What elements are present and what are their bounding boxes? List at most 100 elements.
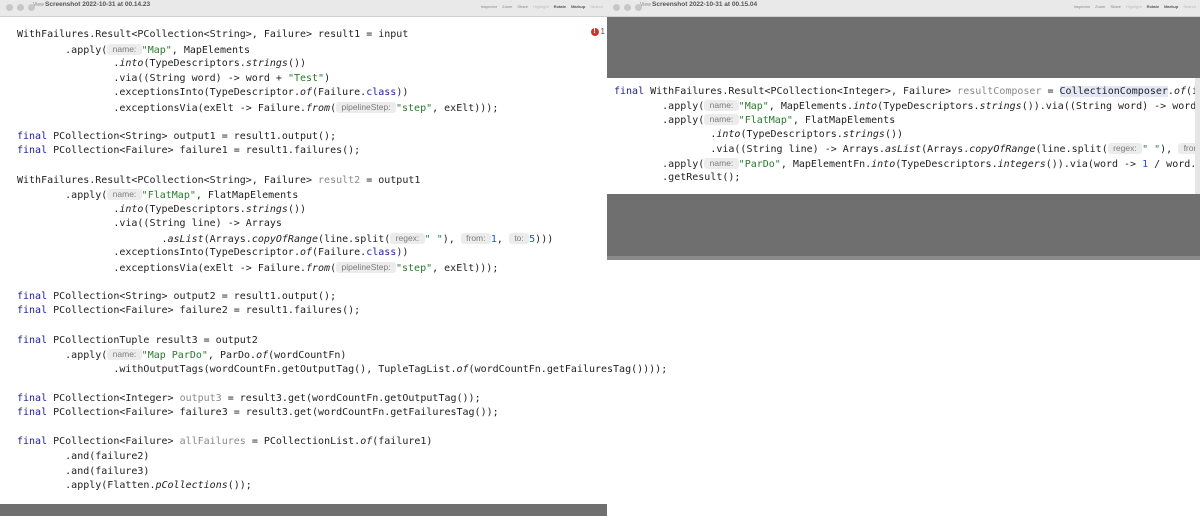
right-code-editor[interactable]: final WithFailures.Result<PCollection<In… xyxy=(614,85,1195,190)
parameter-hint: regex: xyxy=(390,232,425,244)
code-line[interactable]: .exceptionsVia(exElt -> Failure.from( pi… xyxy=(17,101,498,114)
code-line[interactable]: .apply( name: "Map ParDo", ParDo.of(word… xyxy=(17,349,346,361)
code-line[interactable]: .exceptionsInto(TypeDescriptor.of(Failur… xyxy=(17,87,408,99)
code-line[interactable]: final PCollection<Failure> failure1 = re… xyxy=(17,145,360,157)
code-token: of xyxy=(1173,86,1186,97)
code-token: (Failure. xyxy=(312,87,367,99)
unused-variable: resultComposer xyxy=(957,86,1042,97)
code-token: ))) xyxy=(535,233,554,245)
code-token: . xyxy=(614,128,717,140)
code-token: , MapElements xyxy=(171,44,251,56)
keyword: final xyxy=(17,334,54,346)
code-line[interactable]: final PCollection<String> output2 = resu… xyxy=(17,291,336,303)
code-line[interactable]: .exceptionsVia(exElt -> Failure.from( pi… xyxy=(17,261,498,274)
code-token: strings xyxy=(245,58,288,70)
toolbar-inspector[interactable]: Inspector xyxy=(481,4,497,9)
code-token: into xyxy=(119,58,144,70)
code-token: .exceptionsVia(exElt -> Failure. xyxy=(17,262,306,274)
view-menu-label[interactable]: View xyxy=(33,2,44,8)
window-title: Screenshot 2022-10-31 at 00.14.23 xyxy=(45,1,151,8)
toolbar-highlight[interactable]: Highlight xyxy=(1126,4,1142,9)
code-line[interactable]: .into(TypeDescriptors.strings()) xyxy=(17,204,306,216)
left-title-bar[interactable]: View Screenshot 2022-10-31 at 00.14.23 I… xyxy=(0,0,607,17)
code-token: (TypeDescriptors. xyxy=(143,58,246,70)
code-line[interactable]: .apply( name: "FlatMap", FlatMapElements xyxy=(614,114,895,126)
parameter-hint: name: xyxy=(107,189,142,201)
code-line[interactable]: .via((String word) -> word + "Test") xyxy=(17,73,330,85)
code-line[interactable]: .and(failure2) xyxy=(17,451,149,463)
code-token: . xyxy=(17,58,120,70)
toolbar-rotate[interactable]: Rotate xyxy=(554,4,566,9)
code-line[interactable]: .via((String line) -> Arrays xyxy=(17,218,282,230)
code-token: PCollectionTuple result3 = output2 xyxy=(53,334,258,346)
toolbar-rotate[interactable]: Rotate xyxy=(1147,4,1159,9)
code-line[interactable]: .and(failure3) xyxy=(17,466,149,478)
toolbar-markup[interactable]: Markup xyxy=(571,4,585,9)
code-line[interactable]: final PCollection<String> output1 = resu… xyxy=(17,131,336,143)
minimize-button[interactable] xyxy=(624,4,631,11)
code-token: .apply( xyxy=(614,158,705,170)
toolbar-search[interactable]: Search xyxy=(590,4,603,9)
toolbar-share[interactable]: Share xyxy=(1110,4,1121,9)
code-line[interactable]: final PCollectionTuple result3 = output2 xyxy=(17,335,258,347)
code-token: asList xyxy=(167,233,204,245)
minimize-button[interactable] xyxy=(17,4,24,11)
code-token: (line.split( xyxy=(318,233,391,245)
right-title-bar[interactable]: View Screenshot 2022-10-31 at 00.15.04 I… xyxy=(607,0,1200,17)
code-token: (wordCountFn.getFailuresTag()))); xyxy=(468,363,668,375)
code-line[interactable]: .withOutputTags(wordCountFn.getOutputTag… xyxy=(17,364,667,376)
code-line[interactable]: final PCollection<Failure> failure3 = re… xyxy=(17,407,499,419)
parameter-hint: to: xyxy=(508,232,530,244)
keyword: final xyxy=(17,407,54,419)
close-button[interactable] xyxy=(613,4,620,11)
code-line[interactable]: .getResult(); xyxy=(614,172,740,184)
code-line[interactable]: .via((String line) -> Arrays.asList(Arra… xyxy=(614,143,1195,155)
toolbar-share[interactable]: Share xyxy=(517,4,528,9)
string-literal: "ParDo" xyxy=(738,158,781,170)
toolbar-zoom[interactable]: Zoom xyxy=(502,4,512,9)
toolbar-zoom[interactable]: Zoom xyxy=(1095,4,1105,9)
keyword: class xyxy=(366,247,397,259)
code-token: ), xyxy=(1160,144,1179,155)
code-line[interactable]: .asList(Arrays.copyOfRange(line.split( r… xyxy=(17,232,554,245)
close-button[interactable] xyxy=(6,4,13,11)
code-token: PCollection<Integer> xyxy=(53,392,180,404)
left-code-editor[interactable]: WithFailures.Result<PCollection<String>,… xyxy=(17,29,667,504)
code-line[interactable]: .apply( name: "ParDo", MapElementFn.into… xyxy=(614,157,1195,170)
toolbar-highlight[interactable]: Highlight xyxy=(533,4,549,9)
code-line[interactable]: final PCollection<Failure> allFailures =… xyxy=(17,436,432,448)
code-line[interactable]: .apply( name: "Map", MapElements xyxy=(17,43,251,56)
code-line[interactable]: .apply(Flatten.pCollections()); xyxy=(17,480,252,492)
code-line[interactable]: final WithFailures.Result<PCollection<In… xyxy=(614,85,1195,97)
code-token: .getResult(); xyxy=(614,172,741,183)
code-token: .apply( xyxy=(614,115,705,126)
code-token: ()) xyxy=(884,128,904,140)
toolbar-inspector[interactable]: Inspector xyxy=(1074,4,1090,9)
code-token: .apply( xyxy=(17,350,108,362)
code-line[interactable]: final PCollection<Failure> failure2 = re… xyxy=(17,305,360,317)
code-token: PCollection<String> output1 = result1.ou… xyxy=(53,130,337,142)
parameter-hint: name: xyxy=(107,349,142,361)
code-token: (TypeDescriptors. xyxy=(740,128,843,140)
code-line[interactable]: .apply( name: "FlatMap", FlatMapElements xyxy=(17,189,298,201)
code-line[interactable]: .into(TypeDescriptors.strings()) xyxy=(17,58,306,70)
code-line[interactable]: .exceptionsInto(TypeDescriptor.of(Failur… xyxy=(17,247,408,259)
code-line[interactable]: .apply( name: "Map", MapElements.into(Ty… xyxy=(614,99,1195,112)
code-token: = xyxy=(1041,86,1060,97)
code-token: ()); xyxy=(227,480,252,492)
toolbar-markup[interactable]: Markup xyxy=(1164,4,1178,9)
code-line[interactable]: WithFailures.Result<PCollection<String>,… xyxy=(17,29,408,41)
toolbar-search[interactable]: Search xyxy=(1183,4,1196,9)
view-menu-label[interactable]: View xyxy=(640,2,651,8)
keyword: class xyxy=(366,87,397,99)
code-token: .via((String line) -> Arrays xyxy=(17,218,282,230)
code-line[interactable]: final PCollection<Integer> output3 = res… xyxy=(17,393,481,405)
right-window-controls xyxy=(613,4,642,11)
code-token: .apply(Flatten. xyxy=(17,480,156,492)
code-line[interactable]: WithFailures.Result<PCollection<String>,… xyxy=(17,175,420,187)
code-token: WithFailures.Result<PCollection<Integer>… xyxy=(650,86,958,97)
code-line[interactable]: .into(TypeDescriptors.strings()) xyxy=(614,129,903,141)
code-token: .apply( xyxy=(17,190,108,202)
code-token: (line.split( xyxy=(1035,144,1108,155)
string-literal: "FlatMap" xyxy=(141,190,196,202)
